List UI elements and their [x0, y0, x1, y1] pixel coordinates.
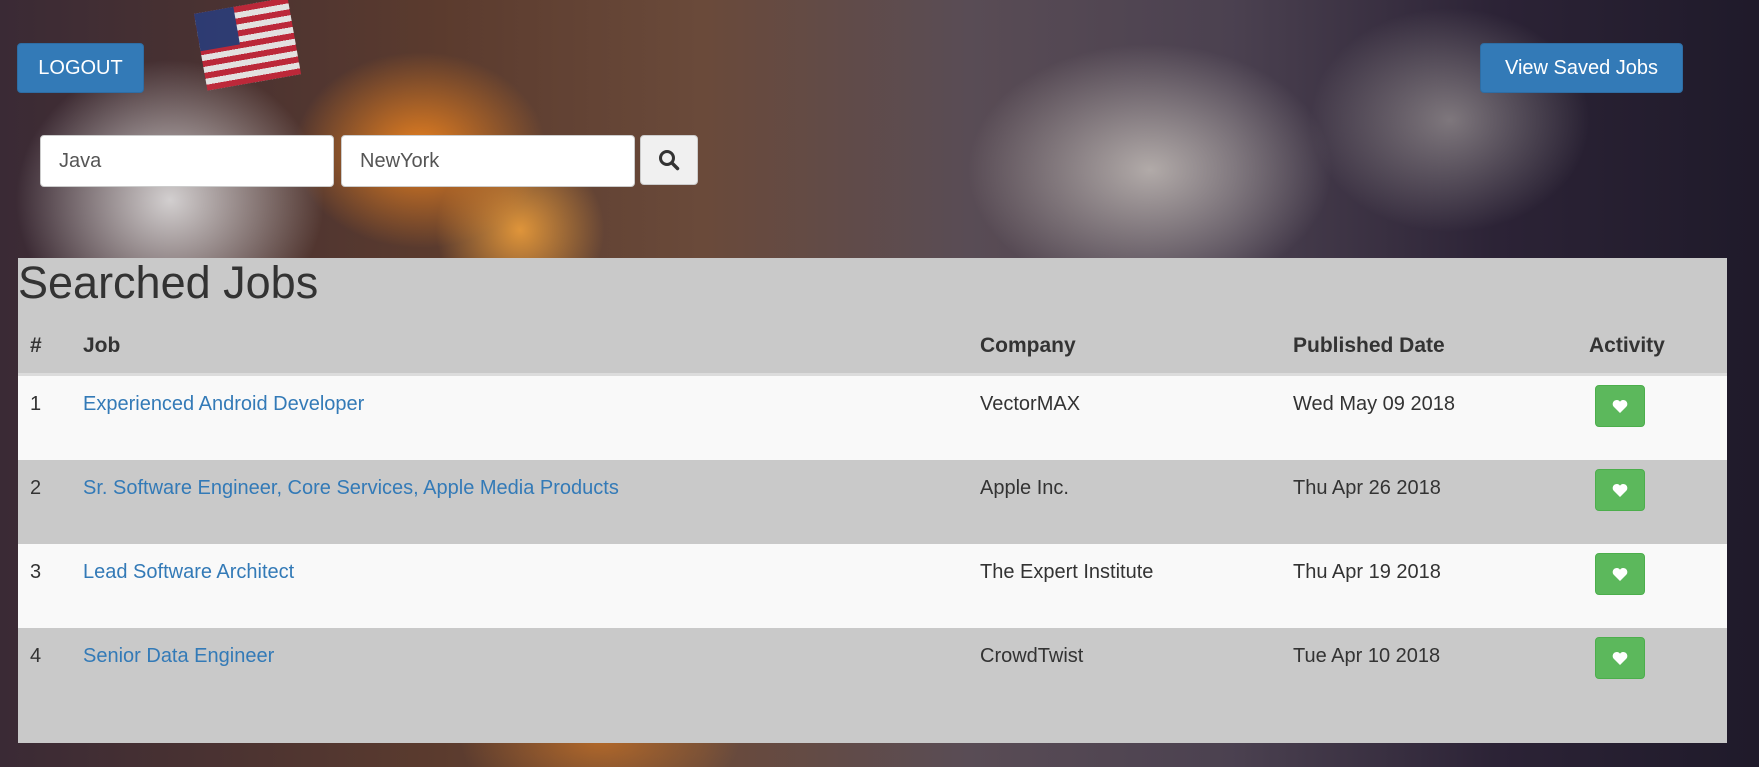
view-saved-jobs-button[interactable]: View Saved Jobs	[1480, 43, 1683, 93]
published-date: Thu Apr 26 2018	[1293, 460, 1589, 544]
save-job-button[interactable]	[1595, 637, 1645, 679]
table-row: 4 Senior Data Engineer CrowdTwist Tue Ap…	[18, 628, 1727, 740]
job-title-link[interactable]: Lead Software Architect	[83, 561, 294, 583]
table-row: 2 Sr. Software Engineer, Core Services, …	[18, 460, 1727, 544]
published-date: Wed May 09 2018	[1293, 374, 1589, 460]
company-name: The Expert Institute	[980, 544, 1293, 628]
jobs-table: # Job Company Published Date Activity 1 …	[18, 318, 1727, 740]
job-search-input[interactable]: Java	[40, 135, 334, 187]
column-header-job: Job	[83, 318, 980, 376]
table-row: 3 Lead Software Architect The Expert Ins…	[18, 544, 1727, 628]
save-job-button[interactable]	[1595, 553, 1645, 595]
job-title-link[interactable]: Senior Data Engineer	[83, 645, 274, 667]
published-date: Tue Apr 10 2018	[1293, 628, 1589, 740]
job-title-link[interactable]: Experienced Android Developer	[83, 393, 364, 415]
save-job-button[interactable]	[1595, 385, 1645, 427]
column-header-number: #	[18, 318, 83, 376]
save-job-button[interactable]	[1595, 469, 1645, 511]
row-number: 1	[18, 374, 83, 460]
heart-icon	[1612, 567, 1628, 581]
company-name: CrowdTwist	[980, 628, 1293, 740]
table-row: 1 Experienced Android Developer VectorMA…	[18, 374, 1727, 460]
job-title-link[interactable]: Sr. Software Engineer, Core Services, Ap…	[83, 477, 619, 499]
company-name: VectorMAX	[980, 374, 1293, 460]
search-icon	[659, 150, 680, 171]
company-name: Apple Inc.	[980, 460, 1293, 544]
column-header-company: Company	[980, 318, 1293, 376]
searched-jobs-panel: Searched Jobs # Job Company Published Da…	[18, 258, 1727, 743]
row-number: 3	[18, 544, 83, 628]
heart-icon	[1612, 399, 1628, 413]
row-number: 4	[18, 628, 83, 740]
published-date: Thu Apr 19 2018	[1293, 544, 1589, 628]
location-search-input[interactable]: NewYork	[341, 135, 635, 187]
table-header-row: # Job Company Published Date Activity	[18, 318, 1727, 376]
logout-button[interactable]: LOGOUT	[17, 43, 144, 93]
row-number: 2	[18, 460, 83, 544]
heart-icon	[1612, 483, 1628, 497]
heart-icon	[1612, 651, 1628, 665]
panel-title: Searched Jobs	[18, 257, 319, 308]
search-button[interactable]	[640, 135, 698, 185]
column-header-activity: Activity	[1589, 318, 1727, 376]
column-header-published-date: Published Date	[1293, 318, 1589, 376]
